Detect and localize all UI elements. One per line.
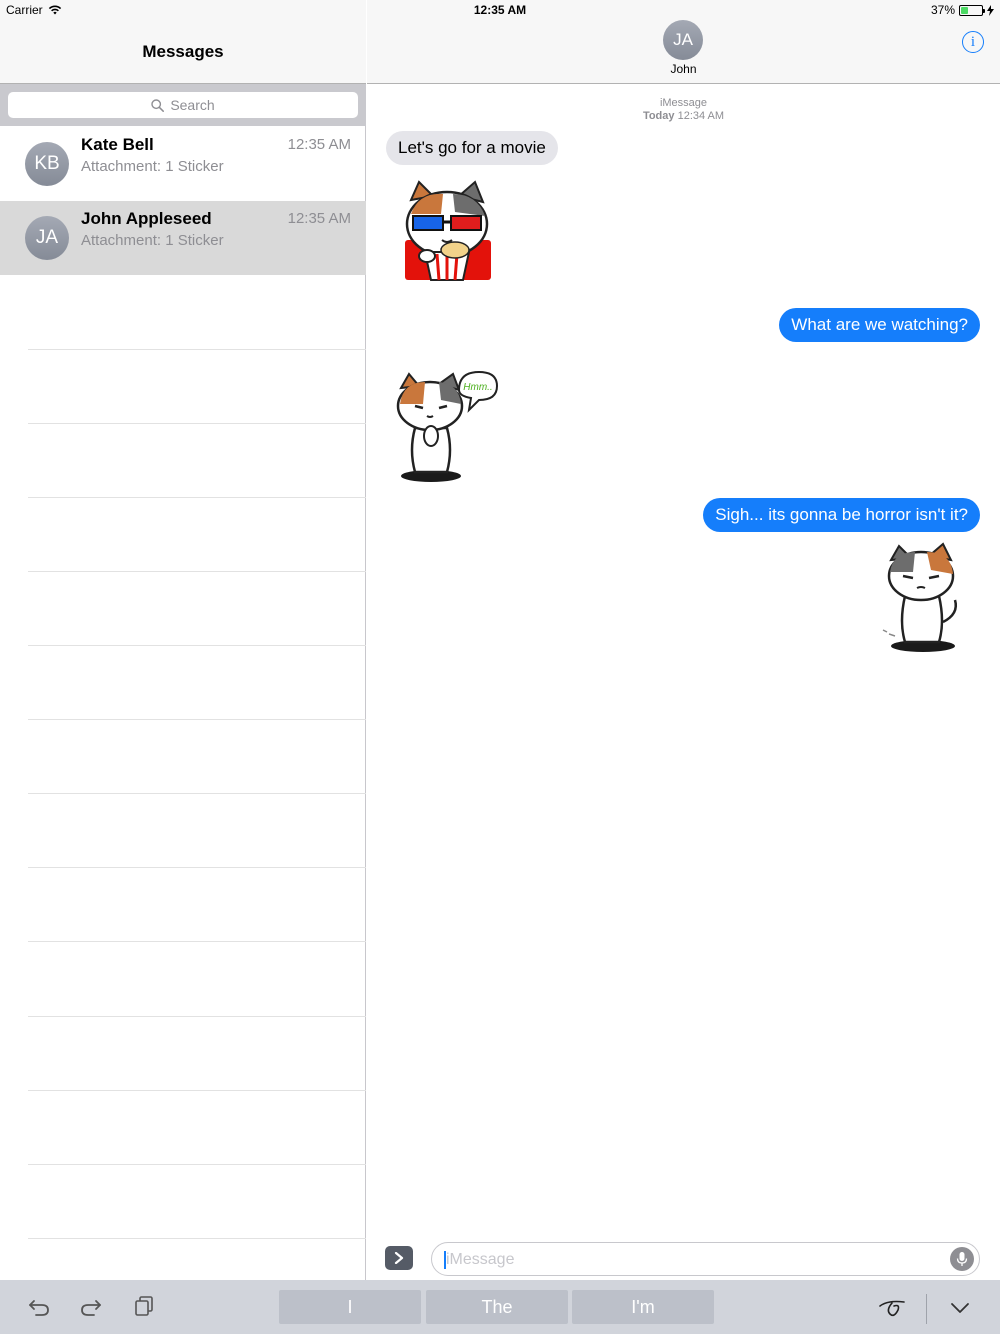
sticker-thought-text: Hmm.. <box>463 382 492 393</box>
conversation-name: John Appleseed <box>81 209 212 228</box>
cat-thinking-sticker[interactable]: Hmm.. <box>395 370 501 484</box>
avatar: JA <box>25 216 69 260</box>
outgoing-message-bubble[interactable]: Sigh... its gonna be horror isn't it? <box>703 498 980 532</box>
date-time: 12:34 AM <box>677 110 725 122</box>
conversation-time: 12:35 AM <box>287 136 351 153</box>
empty-row-divider <box>28 941 366 942</box>
message-input-placeholder: iMessage <box>446 1251 515 1268</box>
conversation-preview: Attachment: 1 Sticker <box>81 158 224 175</box>
redo-icon[interactable] <box>80 1295 102 1317</box>
info-icon: i <box>970 33 976 50</box>
empty-row-divider <box>28 719 366 720</box>
conversation-time: 12:35 AM <box>287 210 351 227</box>
conversation-list-pane: Messages Search KB Kate Bell Attachment:… <box>0 0 366 1280</box>
search-input[interactable]: Search <box>8 92 358 118</box>
empty-row-divider <box>28 571 366 572</box>
handwriting-icon[interactable] <box>878 1298 908 1318</box>
conversation-preview: Attachment: 1 Sticker <box>81 232 224 249</box>
charging-bolt-icon <box>987 4 994 16</box>
empty-row-divider <box>28 1164 366 1165</box>
conversation-pane: JA John i iMessage Today 12:34 AM Let's … <box>367 0 1000 1280</box>
empty-row-divider <box>28 867 366 868</box>
paste-icon[interactable] <box>134 1295 154 1317</box>
info-button[interactable]: i <box>962 31 984 53</box>
conversation-name: Kate Bell <box>81 135 154 154</box>
battery-fill <box>961 6 969 14</box>
search-icon <box>151 98 165 112</box>
messages-app: Carrier 12:35 AM 37% Messages Search KB … <box>0 0 1000 1334</box>
contact-name[interactable]: John <box>367 62 1000 76</box>
empty-row-divider <box>28 1090 366 1091</box>
status-time: 12:35 AM <box>473 3 527 17</box>
status-bar: Carrier 12:35 AM 37% <box>0 0 1000 20</box>
conversation-row-john-appleseed[interactable]: JA John Appleseed Attachment: 1 Sticker … <box>0 201 366 275</box>
incoming-message-bubble[interactable]: Let's go for a movie <box>386 131 558 165</box>
toolbar-divider <box>926 1294 927 1324</box>
dictation-button[interactable] <box>950 1247 974 1271</box>
empty-row-divider <box>28 497 366 498</box>
undo-icon[interactable] <box>28 1295 50 1317</box>
expand-apps-button[interactable] <box>385 1246 413 1270</box>
empty-row-divider <box>28 349 366 350</box>
empty-row-divider <box>28 1016 366 1017</box>
avatar: KB <box>25 142 69 186</box>
conversation-row-kate-bell[interactable]: KB Kate Bell Attachment: 1 Sticker 12:35… <box>0 127 366 201</box>
message-input[interactable]: iMessage <box>431 1242 980 1276</box>
suggestion-button[interactable]: The <box>426 1290 568 1324</box>
message-timestamp: iMessage Today 12:34 AM <box>367 97 1000 123</box>
cat-3d-glasses-sticker[interactable] <box>397 180 497 284</box>
empty-row-divider <box>28 1238 366 1239</box>
cat-sighing-sticker[interactable] <box>881 542 967 654</box>
suggestion-button[interactable]: I <box>279 1290 421 1324</box>
battery-icon <box>959 4 985 16</box>
date-label: Today <box>642 110 675 122</box>
chevron-right-icon <box>394 1252 404 1264</box>
suggestion-button[interactable]: I'm <box>572 1290 714 1324</box>
outgoing-message-bubble[interactable]: What are we watching? <box>779 308 980 342</box>
empty-row-divider <box>28 645 366 646</box>
contact-avatar[interactable]: JA <box>663 20 703 60</box>
chevron-down-icon[interactable] <box>950 1302 970 1314</box>
microphone-icon <box>956 1252 968 1266</box>
search-placeholder: Search <box>170 97 215 113</box>
battery-percent: 37% <box>930 3 955 17</box>
service-label: iMessage <box>659 97 708 109</box>
empty-row-divider <box>28 793 366 794</box>
page-title: Messages <box>142 42 224 61</box>
search-bar: Search <box>0 84 366 126</box>
empty-row-divider <box>28 423 366 424</box>
battery-indicator: 37% <box>931 3 994 17</box>
keyboard-shortcut-bar: I The I'm <box>0 1280 1000 1334</box>
